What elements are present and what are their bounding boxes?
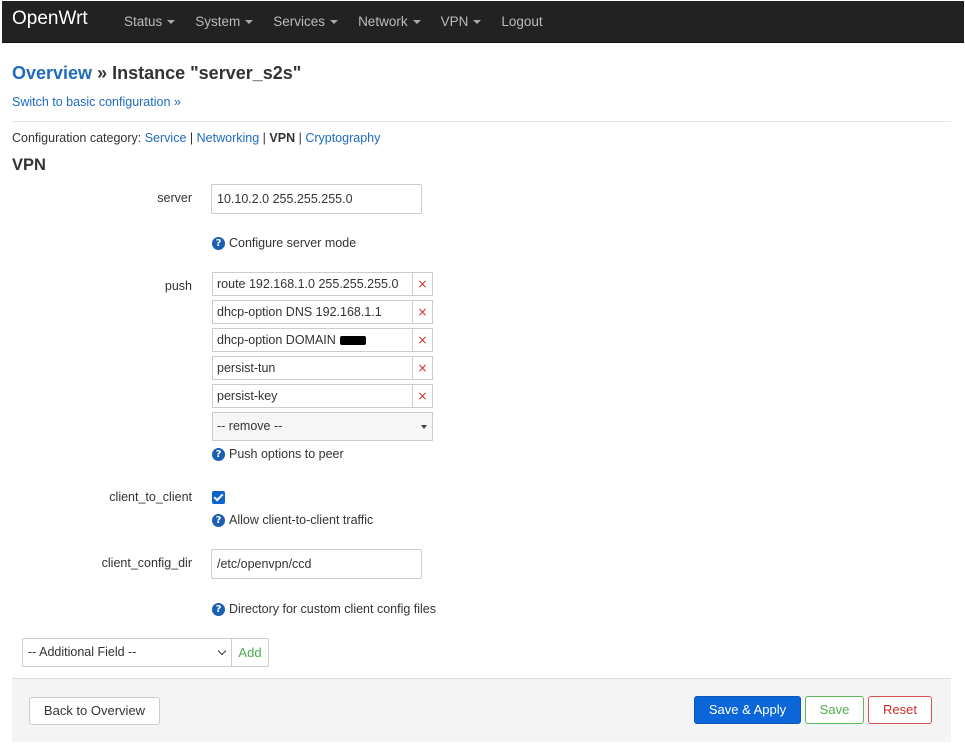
push-value[interactable]: dhcp-option DOMAIN (212, 328, 412, 352)
category-prefix: Configuration category: (12, 131, 142, 145)
menu-status[interactable]: Status (114, 1, 185, 42)
push-remove-select[interactable]: -- remove -- (212, 412, 433, 441)
server-hint: ? Configure server mode (212, 236, 356, 250)
switch-basic-config-link[interactable]: Switch to basic configuration » (12, 95, 181, 109)
caret-down-icon (412, 20, 421, 25)
push-remove-select-label: -- remove -- (217, 419, 283, 433)
brand-logo[interactable]: OpenWrt (12, 8, 88, 30)
main-menu: Status System Services Network VPN Logou… (114, 1, 553, 42)
category-cryptography[interactable]: Cryptography (305, 131, 380, 145)
push-value[interactable]: dhcp-option DNS 192.168.1.1 (212, 300, 412, 324)
caret-down-icon (167, 20, 176, 25)
push-value[interactable]: persist-key (212, 384, 412, 408)
remove-x-icon[interactable]: × (412, 356, 433, 380)
client-to-client-label: client_to_client (109, 490, 192, 504)
push-entry: dhcp-option DNS 192.168.1.1 × (212, 300, 433, 324)
divider (12, 121, 951, 122)
question-circle-icon: ? (212, 513, 225, 527)
push-value[interactable]: route 192.168.1.0 255.255.255.0 (212, 272, 412, 296)
server-input[interactable]: 10.10.2.0 255.255.255.0 (211, 184, 422, 214)
client-config-dir-hint: ? Directory for custom client config fil… (212, 602, 436, 616)
menu-vpn[interactable]: VPN (431, 1, 492, 42)
push-entry: persist-key × (212, 384, 433, 408)
menu-status-label: Status (124, 14, 163, 29)
category-separator: | (298, 131, 302, 145)
save-apply-button[interactable]: Save & Apply (694, 696, 801, 724)
menu-services-label: Services (273, 14, 326, 29)
push-value[interactable]: persist-tun (212, 356, 412, 380)
menu-system[interactable]: System (185, 1, 263, 42)
breadcrumb-separator: » (97, 63, 108, 83)
config-category-bar: Configuration category: Service | Networ… (12, 131, 380, 145)
client-config-dir-hint-text: Directory for custom client config files (229, 602, 437, 616)
reset-button[interactable]: Reset (868, 696, 932, 724)
page-title: Overview » Instance "server_s2s" (12, 63, 301, 84)
server-label: server (157, 191, 192, 205)
push-entry: route 192.168.1.0 255.255.255.0 × (212, 272, 433, 296)
menu-logout[interactable]: Logout (491, 1, 552, 42)
back-to-overview-button[interactable]: Back to Overview (29, 697, 160, 725)
question-circle-icon: ? (212, 602, 225, 616)
category-networking[interactable]: Networking (197, 131, 260, 145)
top-navbar: OpenWrt Status System Services Network V… (2, 1, 964, 43)
menu-logout-label: Logout (501, 14, 543, 29)
menu-system-label: System (195, 14, 241, 29)
additional-field-select-label: -- Additional Field -- (28, 645, 137, 659)
caret-down-icon (245, 20, 254, 25)
client-to-client-hint-text: Allow client-to-client traffic (229, 513, 374, 527)
additional-field-select[interactable]: -- Additional Field -- (23, 639, 232, 666)
save-button[interactable]: Save (805, 696, 864, 724)
client-config-dir-label: client_config_dir (101, 556, 192, 570)
category-vpn: VPN (269, 131, 296, 145)
caret-down-icon (473, 20, 482, 25)
push-hint-text: Push options to peer (229, 447, 344, 461)
push-hint: ? Push options to peer (212, 447, 344, 461)
category-separator: | (189, 131, 194, 145)
category-separator: | (262, 131, 266, 145)
menu-network[interactable]: Network (348, 1, 431, 42)
add-field-button[interactable]: Add (232, 639, 268, 666)
overview-link[interactable]: Overview (12, 63, 92, 83)
client-to-client-checkbox[interactable] (212, 491, 225, 504)
question-circle-icon: ? (212, 447, 225, 461)
push-entry: persist-tun × (212, 356, 433, 380)
push-value-text: dhcp-option DOMAIN (217, 333, 340, 347)
caret-down-icon (421, 425, 427, 429)
push-entry: dhcp-option DOMAIN × (212, 328, 433, 352)
section-title: VPN (12, 156, 46, 174)
menu-services[interactable]: Services (263, 1, 348, 42)
menu-vpn-label: VPN (440, 14, 469, 29)
remove-x-icon[interactable]: × (412, 384, 433, 408)
additional-field-control: -- Additional Field -- Add (22, 638, 269, 667)
chevron-down-icon (217, 646, 227, 656)
caret-down-icon (330, 20, 339, 25)
category-service[interactable]: Service (145, 131, 187, 145)
server-hint-text: Configure server mode (229, 236, 357, 250)
remove-x-icon[interactable]: × (412, 272, 433, 296)
push-label: push (164, 279, 192, 293)
remove-x-icon[interactable]: × (412, 300, 433, 324)
menu-network-label: Network (358, 14, 408, 29)
redaction-mark (340, 336, 367, 346)
remove-x-icon[interactable]: × (412, 328, 433, 352)
client-to-client-hint: ? Allow client-to-client traffic (212, 513, 373, 527)
instance-title: Instance "server_s2s" (112, 63, 302, 83)
client-config-dir-input[interactable]: /etc/openvpn/ccd (211, 549, 422, 579)
question-circle-icon: ? (212, 236, 225, 250)
